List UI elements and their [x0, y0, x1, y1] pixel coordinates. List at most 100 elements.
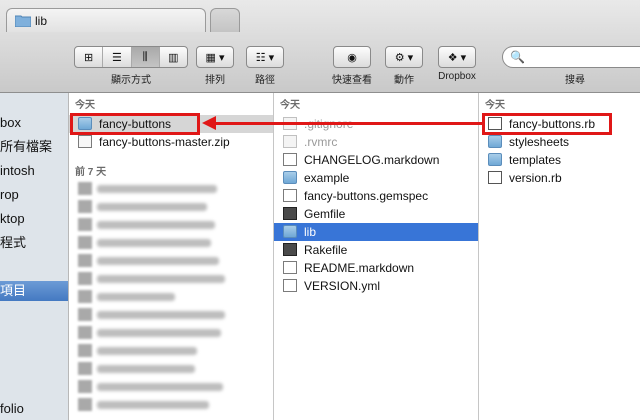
list-item-changelog[interactable]: CHANGELOG.markdown: [274, 151, 478, 169]
blurred-item[interactable]: [75, 216, 235, 234]
column-1: 今天 fancy-buttons fancy-buttons-master.zi…: [69, 93, 274, 420]
blurred-item[interactable]: [75, 234, 235, 252]
sidebar-item-projects[interactable]: 項目: [0, 281, 68, 301]
list-item-gemfile[interactable]: Gemfile: [274, 205, 478, 223]
section-header-7-days: 前 7 天: [75, 167, 107, 178]
item-label: templates: [509, 153, 562, 167]
path-icon: ☷ ▾: [255, 51, 275, 64]
list-item-example[interactable]: example: [274, 169, 478, 187]
sidebar-item-desktop[interactable]: ktop: [0, 209, 68, 229]
section-header-today: 今天: [280, 100, 300, 111]
list-view-icon[interactable]: ☰: [102, 47, 130, 67]
quicklook-button[interactable]: ◉: [333, 46, 371, 68]
item-label: lib: [304, 225, 317, 239]
arrange-button[interactable]: ▦ ▾: [196, 46, 234, 68]
sidebar-item-applications[interactable]: 程式: [0, 233, 68, 253]
view-mode-control[interactable]: ⊞ ☰ ⫼ ▥: [74, 46, 188, 68]
blurred-item[interactable]: [75, 306, 235, 324]
list-item-stylesheets[interactable]: stylesheets: [479, 133, 640, 151]
gemfile-icon: [283, 243, 297, 256]
section-header-today: 今天: [485, 100, 505, 111]
section-header-today: 今天: [75, 100, 95, 111]
blurred-item[interactable]: [75, 396, 235, 414]
gear-icon: ⚙ ▾: [394, 51, 414, 64]
list-item-readme[interactable]: README.markdown: [274, 259, 478, 277]
list-item-rvmrc[interactable]: .rvmrc: [274, 133, 478, 151]
arrow-head-icon: [202, 116, 216, 130]
list-item-version-yml[interactable]: VERSION.yml: [274, 277, 478, 295]
coverflow-view-icon[interactable]: ▥: [158, 47, 187, 67]
list-item-templates[interactable]: templates: [479, 151, 640, 169]
item-label: Rakefile: [304, 243, 348, 257]
sidebar-item-dropbox[interactable]: box: [0, 113, 68, 133]
blurred-item[interactable]: [75, 270, 235, 288]
item-label: CHANGELOG.markdown: [304, 153, 440, 167]
tab-title: lib: [35, 14, 48, 28]
dropbox-button[interactable]: ❖ ▾: [438, 46, 476, 68]
document-icon: [283, 135, 297, 148]
item-label: version.rb: [509, 171, 562, 185]
folder-icon: [283, 225, 297, 238]
sidebar-item-macintosh[interactable]: intosh: [0, 161, 68, 181]
item-label: fancy-buttons-master.zip: [99, 135, 230, 149]
eye-icon: ◉: [347, 51, 357, 64]
arrange-icon: ▦ ▾: [205, 51, 225, 64]
item-label: README.markdown: [304, 261, 415, 275]
folder-icon: [15, 15, 31, 27]
sidebar-item-airdrop[interactable]: rop: [0, 185, 68, 205]
column-3: 今天 fancy-buttons.rb stylesheets template…: [479, 93, 640, 420]
search-label: 搜尋: [565, 75, 585, 86]
column-view-icon[interactable]: ⫼: [130, 47, 159, 67]
list-item-rakefile[interactable]: Rakefile: [274, 241, 478, 259]
arrange-label: 排列: [205, 75, 225, 86]
list-item-version-rb[interactable]: version.rb: [479, 169, 640, 187]
folder-icon: [488, 153, 502, 166]
blurred-item[interactable]: [75, 360, 235, 378]
new-tab-button[interactable]: [210, 8, 240, 32]
blurred-item[interactable]: [75, 324, 235, 342]
action-label: 動作: [394, 75, 414, 86]
folder-icon: [283, 171, 297, 184]
document-icon: [283, 279, 297, 292]
sidebar: box 所有檔案 intosh rop ktop 程式 項目 folio: [0, 93, 69, 420]
ruby-file-icon: [488, 171, 502, 184]
item-label: fancy-buttons.gemspec: [304, 189, 429, 203]
zip-icon: [78, 135, 92, 148]
annotation-box-fancy-buttons-rb: [482, 113, 612, 135]
search-input[interactable]: 🔍: [502, 46, 640, 68]
column-2: 今天 .gitignore .rvmrc CHANGELOG.markdown …: [274, 93, 479, 420]
dropbox-icon: ❖ ▾: [447, 51, 467, 64]
annotation-arrow: [212, 122, 482, 125]
sidebar-item-portfolio[interactable]: folio: [0, 399, 68, 419]
item-label: Gemfile: [304, 207, 346, 221]
search-icon: 🔍: [510, 50, 525, 64]
list-item-gemspec[interactable]: fancy-buttons.gemspec: [274, 187, 478, 205]
icon-view-icon[interactable]: ⊞: [75, 47, 102, 67]
list-item-lib[interactable]: lib: [274, 223, 478, 241]
blurred-item[interactable]: [75, 288, 235, 306]
list-item-fancy-buttons-master-zip[interactable]: fancy-buttons-master.zip: [69, 133, 273, 151]
item-label: VERSION.yml: [304, 279, 381, 293]
blurred-item[interactable]: [75, 342, 235, 360]
path-label: 路徑: [255, 75, 275, 86]
tab-lib[interactable]: lib: [6, 8, 206, 32]
finder-toolbar: lib ⊞ ☰ ⫼ ▥ 顯示方式 ▦ ▾ 排列 ☷ ▾ 路徑 ◉ 快速查看 ⚙ …: [0, 0, 640, 93]
blurred-item[interactable]: [75, 198, 235, 216]
sidebar-item-all-files[interactable]: 所有檔案: [0, 137, 68, 157]
document-icon: [283, 261, 297, 274]
item-label: .rvmrc: [304, 135, 338, 149]
blurred-item[interactable]: [75, 252, 235, 270]
view-label: 顯示方式: [111, 75, 151, 86]
annotation-box-fancy-buttons: [70, 113, 200, 135]
document-icon: [283, 189, 297, 202]
path-button[interactable]: ☷ ▾: [246, 46, 284, 68]
document-icon: [283, 153, 297, 166]
action-button[interactable]: ⚙ ▾: [385, 46, 423, 68]
folder-icon: [488, 135, 502, 148]
blurred-item[interactable]: [75, 180, 235, 198]
quicklook-label: 快速查看: [332, 75, 372, 86]
item-label: stylesheets: [509, 135, 570, 149]
blurred-item[interactable]: [75, 378, 235, 396]
dropbox-label: Dropbox: [438, 71, 476, 82]
gemfile-icon: [283, 207, 297, 220]
